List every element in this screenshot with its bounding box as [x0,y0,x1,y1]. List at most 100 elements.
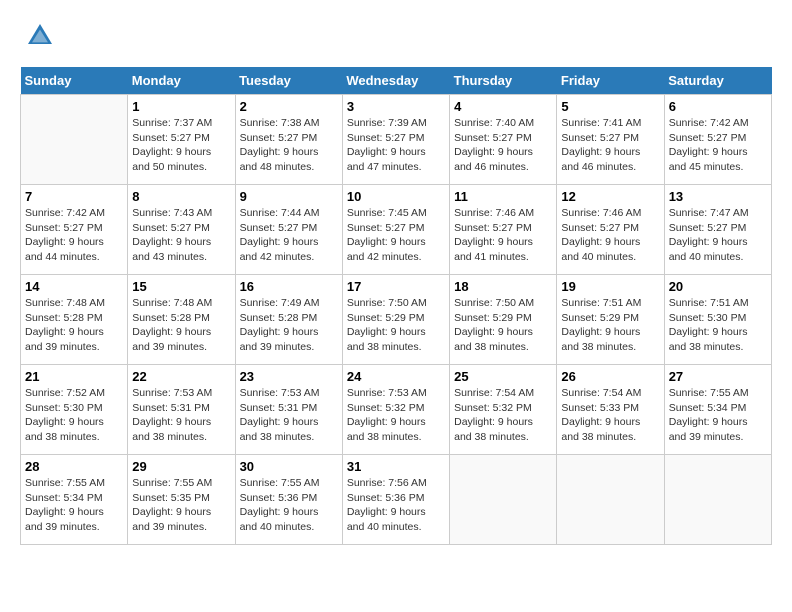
day-number: 7 [25,189,123,204]
day-cell: 1 Sunrise: 7:37 AM Sunset: 5:27 PM Daylig… [128,95,235,185]
day-cell: 28Sunrise: 7:55 AM Sunset: 5:34 PM Dayli… [21,455,128,545]
day-number: 30 [240,459,338,474]
col-header-thursday: Thursday [450,67,557,95]
day-cell: 18Sunrise: 7:50 AM Sunset: 5:29 PM Dayli… [450,275,557,365]
day-info: Sunrise: 7:46 AM Sunset: 5:27 PM Dayligh… [454,206,552,265]
day-number: 20 [669,279,767,294]
day-number: 21 [25,369,123,384]
day-number: 28 [25,459,123,474]
day-cell: 29 Sunrise: 7:55 AM Sunset: 5:35 PM Dayli… [128,455,235,545]
day-cell: 12 Sunrise: 7:46 AM Sunset: 5:27 PM Dayli… [557,185,664,275]
day-number: 1 [132,99,230,114]
week-row-4: 21 Sunrise: 7:52 AM Sunset: 5:30 PM Dayli… [21,365,772,455]
calendar-header: SundayMondayTuesdayWednesdayThursdayFrid… [21,67,772,95]
day-info: Sunrise: 7:54 AM Sunset: 5:32 PM Dayligh… [454,386,552,445]
day-info: Sunrise: 7:49 AM Sunset: 5:28 PM Dayligh… [240,296,338,355]
col-header-wednesday: Wednesday [342,67,449,95]
day-info: Sunrise: 7:56 AM Sunset: 5:36 PM Dayligh… [347,476,445,535]
day-cell: 6 Sunrise: 7:42 AM Sunset: 5:27 PM Daylig… [664,95,771,185]
page-header [20,20,772,57]
day-number: 19 [561,279,659,294]
col-header-saturday: Saturday [664,67,771,95]
day-cell: 2 Sunrise: 7:38 AM Sunset: 5:27 PM Daylig… [235,95,342,185]
day-cell [450,455,557,545]
day-number: 24 [347,369,445,384]
day-number: 9 [240,189,338,204]
day-cell: 19 Sunrise: 7:51 AM Sunset: 5:29 PM Dayli… [557,275,664,365]
col-header-sunday: Sunday [21,67,128,95]
day-cell: 11 Sunrise: 7:46 AM Sunset: 5:27 PM Dayli… [450,185,557,275]
col-header-friday: Friday [557,67,664,95]
day-cell: 7 Sunrise: 7:42 AM Sunset: 5:27 PM Daylig… [21,185,128,275]
day-number: 4 [454,99,552,114]
day-info: Sunrise: 7:42 AM Sunset: 5:27 PM Dayligh… [25,206,123,265]
day-info: Sunrise: 7:41 AM Sunset: 5:27 PM Dayligh… [561,116,659,175]
day-cell: 3 Sunrise: 7:39 AM Sunset: 5:27 PM Daylig… [342,95,449,185]
day-info: Sunrise: 7:55 AM Sunset: 5:36 PM Dayligh… [240,476,338,535]
day-number: 2 [240,99,338,114]
day-info: Sunrise: 7:37 AM Sunset: 5:27 PM Dayligh… [132,116,230,175]
day-number: 16 [240,279,338,294]
day-cell [557,455,664,545]
day-number: 23 [240,369,338,384]
day-number: 27 [669,369,767,384]
day-cell: 25 Sunrise: 7:54 AM Sunset: 5:32 PM Dayli… [450,365,557,455]
day-info: Sunrise: 7:54 AM Sunset: 5:33 PM Dayligh… [561,386,659,445]
day-info: Sunrise: 7:38 AM Sunset: 5:27 PM Dayligh… [240,116,338,175]
day-cell [21,95,128,185]
day-number: 15 [132,279,230,294]
day-number: 31 [347,459,445,474]
day-number: 22 [132,369,230,384]
week-row-1: 1 Sunrise: 7:37 AM Sunset: 5:27 PM Daylig… [21,95,772,185]
day-number: 17 [347,279,445,294]
day-info: Sunrise: 7:47 AM Sunset: 5:27 PM Dayligh… [669,206,767,265]
col-header-tuesday: Tuesday [235,67,342,95]
day-cell: 8 Sunrise: 7:43 AM Sunset: 5:27 PM Daylig… [128,185,235,275]
day-info: Sunrise: 7:50 AM Sunset: 5:29 PM Dayligh… [454,296,552,355]
day-cell: 23 Sunrise: 7:53 AM Sunset: 5:31 PM Dayli… [235,365,342,455]
week-row-2: 7 Sunrise: 7:42 AM Sunset: 5:27 PM Daylig… [21,185,772,275]
day-number: 5 [561,99,659,114]
day-number: 14 [25,279,123,294]
day-number: 6 [669,99,767,114]
day-info: Sunrise: 7:45 AM Sunset: 5:27 PM Dayligh… [347,206,445,265]
day-cell [664,455,771,545]
day-info: Sunrise: 7:48 AM Sunset: 5:28 PM Dayligh… [132,296,230,355]
day-cell: 5 Sunrise: 7:41 AM Sunset: 5:27 PM Daylig… [557,95,664,185]
day-number: 10 [347,189,445,204]
day-cell: 16 Sunrise: 7:49 AM Sunset: 5:28 PM Dayli… [235,275,342,365]
day-cell: 30 Sunrise: 7:55 AM Sunset: 5:36 PM Dayli… [235,455,342,545]
day-info: Sunrise: 7:55 AM Sunset: 5:35 PM Dayligh… [132,476,230,535]
day-info: Sunrise: 7:53 AM Sunset: 5:31 PM Dayligh… [132,386,230,445]
day-info: Sunrise: 7:52 AM Sunset: 5:30 PM Dayligh… [25,386,123,445]
col-header-monday: Monday [128,67,235,95]
logo [20,20,56,57]
day-number: 8 [132,189,230,204]
day-info: Sunrise: 7:51 AM Sunset: 5:30 PM Dayligh… [669,296,767,355]
day-info: Sunrise: 7:39 AM Sunset: 5:27 PM Dayligh… [347,116,445,175]
day-cell: 13 Sunrise: 7:47 AM Sunset: 5:27 PM Dayli… [664,185,771,275]
day-info: Sunrise: 7:42 AM Sunset: 5:27 PM Dayligh… [669,116,767,175]
day-number: 12 [561,189,659,204]
day-cell: 27 Sunrise: 7:55 AM Sunset: 5:34 PM Dayli… [664,365,771,455]
day-number: 25 [454,369,552,384]
day-cell: 21 Sunrise: 7:52 AM Sunset: 5:30 PM Dayli… [21,365,128,455]
day-info: Sunrise: 7:43 AM Sunset: 5:27 PM Dayligh… [132,206,230,265]
day-info: Sunrise: 7:51 AM Sunset: 5:29 PM Dayligh… [561,296,659,355]
day-cell: 31 Sunrise: 7:56 AM Sunset: 5:36 PM Dayli… [342,455,449,545]
day-number: 26 [561,369,659,384]
day-info: Sunrise: 7:55 AM Sunset: 5:34 PM Dayligh… [669,386,767,445]
day-number: 29 [132,459,230,474]
day-cell: 4Sunrise: 7:40 AM Sunset: 5:27 PM Daylig… [450,95,557,185]
day-cell: 15 Sunrise: 7:48 AM Sunset: 5:28 PM Dayli… [128,275,235,365]
day-number: 11 [454,189,552,204]
day-cell: 10 Sunrise: 7:45 AM Sunset: 5:27 PM Dayli… [342,185,449,275]
day-info: Sunrise: 7:44 AM Sunset: 5:27 PM Dayligh… [240,206,338,265]
day-cell: 20 Sunrise: 7:51 AM Sunset: 5:30 PM Dayli… [664,275,771,365]
day-info: Sunrise: 7:53 AM Sunset: 5:31 PM Dayligh… [240,386,338,445]
day-cell: 26 Sunrise: 7:54 AM Sunset: 5:33 PM Dayli… [557,365,664,455]
calendar-table: SundayMondayTuesdayWednesdayThursdayFrid… [20,67,772,545]
day-number: 13 [669,189,767,204]
day-number: 3 [347,99,445,114]
day-info: Sunrise: 7:46 AM Sunset: 5:27 PM Dayligh… [561,206,659,265]
